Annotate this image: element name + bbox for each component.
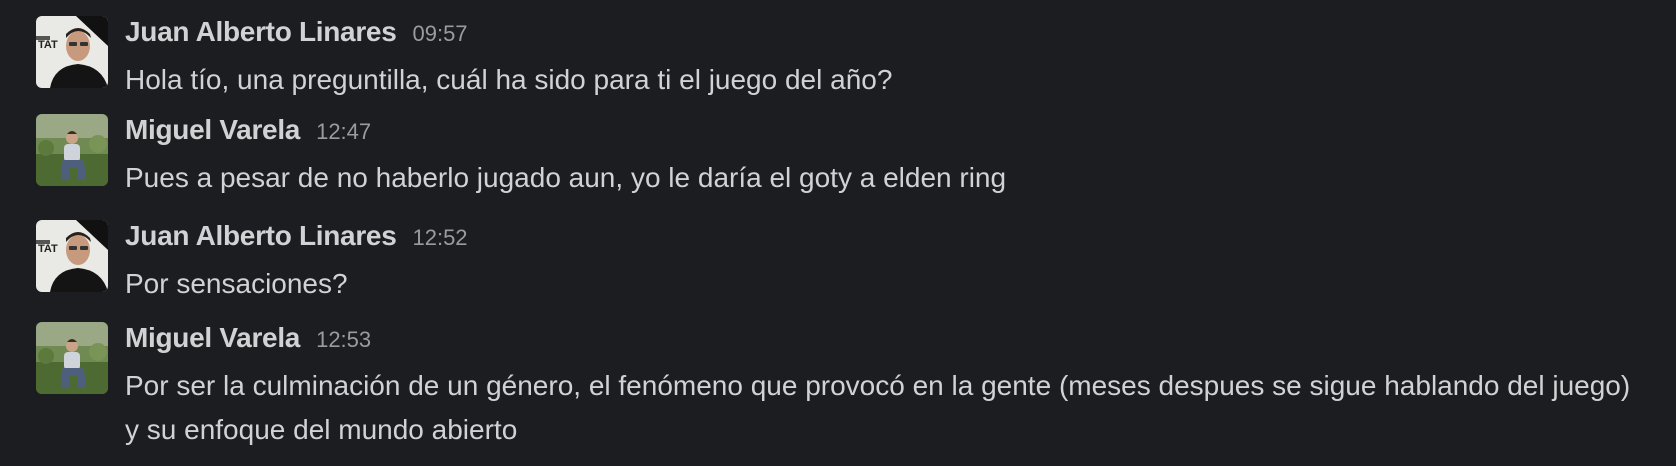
author-name[interactable]: Juan Alberto Linares: [125, 16, 397, 48]
avatar-juan-image: TAT: [36, 220, 108, 292]
message-list: TAT Juan Alberto Linares 09:57 Hola tío,…: [0, 0, 1676, 466]
avatar-miguel-image: [36, 114, 108, 186]
timestamp[interactable]: 12:52: [412, 225, 467, 251]
timestamp[interactable]: 12:53: [316, 327, 371, 353]
avatar-juan-icon[interactable]: TAT: [36, 16, 108, 88]
author-name[interactable]: Miguel Varela: [125, 322, 300, 354]
message-header: Miguel Varela 12:53: [125, 322, 371, 360]
message-text: Por sensaciones?: [125, 268, 348, 299]
avatar-text: TAT: [38, 243, 58, 255]
avatar-text: TAT: [38, 39, 58, 51]
timestamp[interactable]: 12:47: [316, 119, 371, 145]
message-text: Hola tío, una preguntilla, cuál ha sido …: [125, 64, 893, 95]
author-name[interactable]: Juan Alberto Linares: [125, 220, 397, 252]
avatar-juan-icon[interactable]: TAT: [36, 220, 108, 292]
message-header: Juan Alberto Linares 09:57: [125, 16, 468, 54]
message-text: Por ser la culminación de un género, el …: [125, 370, 1631, 445]
message-header: Juan Alberto Linares 12:52: [125, 220, 468, 258]
avatar-miguel-icon[interactable]: [36, 322, 108, 394]
message-header: Miguel Varela 12:47: [125, 114, 371, 152]
message-text: Pues a pesar de no haberlo jugado aun, y…: [125, 162, 1007, 193]
author-name[interactable]: Miguel Varela: [125, 114, 300, 146]
avatar-juan-image: TAT: [36, 16, 108, 88]
timestamp[interactable]: 09:57: [412, 21, 467, 47]
avatar-miguel-icon[interactable]: [36, 114, 108, 186]
avatar-miguel-image: [36, 322, 108, 394]
